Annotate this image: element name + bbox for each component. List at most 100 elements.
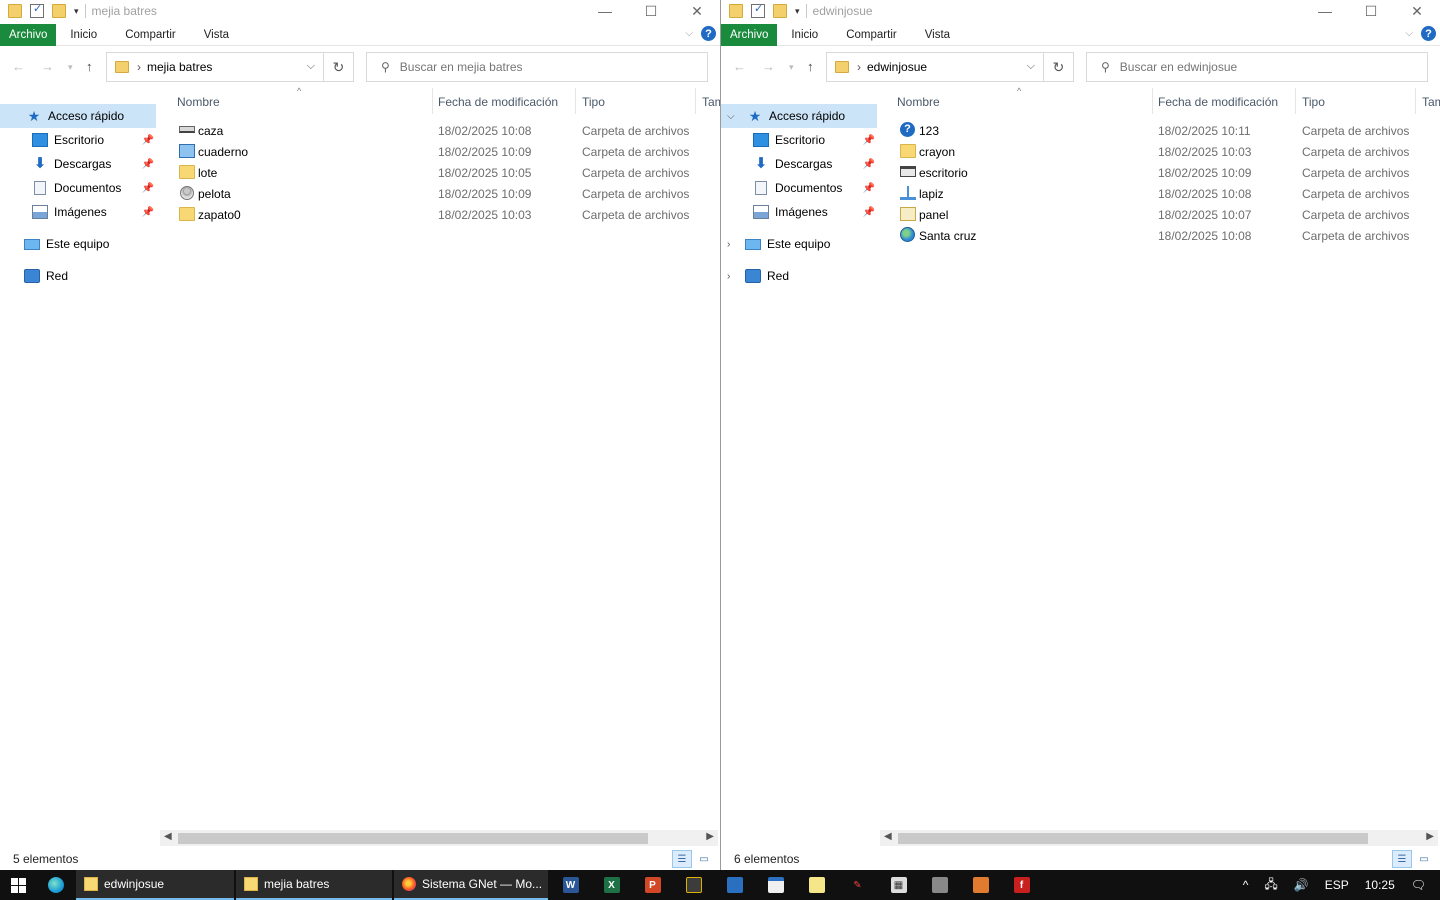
large-icons-view-icon[interactable]: ▭ — [1414, 850, 1434, 868]
list-item[interactable]: lote 18/02/2025 10:05 Carpeta de archivo… — [170, 162, 720, 183]
list-item[interactable]: zapato0 18/02/2025 10:03 Carpeta de arch… — [170, 204, 720, 225]
forward-button[interactable]: → — [762, 59, 775, 74]
search-input[interactable] — [1119, 60, 1380, 74]
column-divider[interactable] — [1295, 88, 1296, 114]
address-bar[interactable]: › edwinjosue ⌵ ↻ — [826, 52, 1074, 82]
column-type[interactable]: Tipo — [1302, 95, 1325, 109]
expand-ribbon-icon[interactable]: ⌵ — [1405, 28, 1413, 39]
tab-compartir[interactable]: Compartir — [832, 24, 910, 46]
minimize-button[interactable]: — — [582, 0, 628, 22]
chevron-up-icon[interactable]: ^ — [1243, 878, 1249, 892]
tab-archivo[interactable]: Archivo — [721, 23, 778, 46]
column-name[interactable]: Nombre — [897, 95, 940, 109]
properties-icon[interactable] — [751, 2, 765, 18]
tab-compartir[interactable]: Compartir — [111, 24, 189, 46]
excel-icon[interactable]: X — [591, 870, 632, 900]
sidebar-item-documentos[interactable]: Documentos 📌 — [721, 176, 881, 200]
notes-icon[interactable] — [796, 870, 837, 900]
properties-icon[interactable] — [30, 2, 44, 18]
search-input[interactable] — [399, 60, 660, 74]
scroll-left-icon[interactable]: ◀ — [884, 831, 892, 842]
sidebar-item-este-equipo[interactable]: Este equipo — [0, 232, 160, 256]
taskbar-task-firefox[interactable]: Sistema GNet — Mo... — [394, 870, 548, 900]
notifications-icon[interactable]: 🗨 — [1411, 878, 1426, 892]
chevron-right-icon[interactable]: › — [727, 239, 730, 250]
app-icon[interactable]: ▦ — [878, 870, 919, 900]
recent-locations-button[interactable]: ▾ — [789, 62, 794, 73]
column-divider[interactable] — [1415, 88, 1416, 114]
app-icon[interactable] — [960, 870, 1001, 900]
taskbar-task-mejia-batres[interactable]: mejia batres — [236, 870, 392, 900]
breadcrumb[interactable]: edwinjosue — [867, 60, 927, 74]
expand-ribbon-icon[interactable]: ⌵ — [685, 28, 693, 39]
help-icon[interactable]: ? — [701, 26, 716, 41]
column-size[interactable]: Tam — [1422, 95, 1440, 109]
chevron-down-icon[interactable]: ⌵ — [1027, 60, 1035, 73]
close-button[interactable]: ✕ — [674, 0, 720, 22]
sidebar-item-documentos[interactable]: Documentos 📌 — [0, 176, 160, 200]
recent-locations-button[interactable]: ▾ — [68, 62, 73, 73]
app-icon[interactable] — [755, 870, 796, 900]
list-item[interactable]: Santa cruz 18/02/2025 10:08 Carpeta de a… — [891, 225, 1440, 246]
list-item[interactable]: panel 18/02/2025 10:07 Carpeta de archiv… — [891, 204, 1440, 225]
chevron-down-icon[interactable]: ⌵ — [727, 111, 735, 122]
list-item[interactable]: pelota 18/02/2025 10:09 Carpeta de archi… — [170, 183, 720, 204]
horizontal-scrollbar[interactable]: ◀ ▶ — [160, 830, 718, 846]
app-icon[interactable] — [673, 870, 714, 900]
clock[interactable]: 10:25 — [1365, 878, 1395, 892]
list-item[interactable]: lapiz 18/02/2025 10:08 Carpeta de archiv… — [891, 183, 1440, 204]
forward-button[interactable]: → — [41, 59, 54, 74]
app-icon[interactable]: f — [1001, 870, 1042, 900]
sidebar-item-red[interactable]: Red — [0, 264, 160, 288]
column-date[interactable]: Fecha de modificación — [438, 95, 558, 109]
details-view-icon[interactable]: ☰ — [672, 850, 692, 868]
edge-browser-icon[interactable] — [36, 870, 76, 900]
tab-vista[interactable]: Vista — [190, 24, 243, 46]
column-divider[interactable] — [695, 88, 696, 114]
breadcrumb[interactable]: mejia batres — [147, 60, 212, 74]
back-button[interactable]: ← — [733, 59, 746, 74]
column-size[interactable]: Tam — [702, 95, 720, 109]
refresh-button[interactable]: ↻ — [323, 53, 353, 81]
customize-toolbar-icon[interactable]: ▾ — [74, 6, 79, 17]
sidebar-item-este-equipo[interactable]: › Este equipo — [721, 232, 881, 256]
scrollbar-thumb[interactable] — [178, 833, 648, 844]
chevron-right-icon[interactable]: › — [727, 271, 730, 282]
scroll-right-icon[interactable]: ▶ — [1426, 831, 1434, 842]
list-item[interactable]: cuaderno 18/02/2025 10:09 Carpeta de arc… — [170, 141, 720, 162]
app-icon[interactable] — [919, 870, 960, 900]
language-indicator[interactable]: ESP — [1325, 878, 1349, 892]
details-view-icon[interactable]: ☰ — [1392, 850, 1412, 868]
sidebar-item-red[interactable]: › Red — [721, 264, 881, 288]
volume-icon[interactable]: 🔊 — [1294, 878, 1309, 892]
word-icon[interactable]: W — [550, 870, 591, 900]
scroll-right-icon[interactable]: ▶ — [706, 831, 714, 842]
minimize-button[interactable]: — — [1302, 0, 1348, 22]
up-button[interactable]: ↑ — [807, 59, 814, 74]
sidebar-item-descargas[interactable]: ⬇ Descargas 📌 — [721, 152, 881, 176]
sidebar-item-imagenes[interactable]: Imágenes 📌 — [721, 200, 881, 224]
maximize-button[interactable]: ☐ — [628, 0, 674, 22]
tab-inicio[interactable]: Inicio — [777, 24, 832, 46]
large-icons-view-icon[interactable]: ▭ — [694, 850, 714, 868]
sidebar-item-quick-access[interactable]: ★ Acceso rápido — [0, 104, 156, 128]
up-button[interactable]: ↑ — [86, 59, 93, 74]
sidebar-item-quick-access[interactable]: ⌵ ★ Acceso rápido — [721, 104, 877, 128]
tab-archivo[interactable]: Archivo — [0, 23, 57, 46]
tab-vista[interactable]: Vista — [911, 24, 964, 46]
refresh-button[interactable]: ↻ — [1043, 53, 1073, 81]
column-type[interactable]: Tipo — [582, 95, 605, 109]
start-button[interactable] — [0, 870, 36, 900]
network-icon[interactable]: 🖧 — [1264, 875, 1277, 896]
sidebar-item-descargas[interactable]: ⬇ Descargas 📌 — [0, 152, 160, 176]
sidebar-item-escritorio[interactable]: Escritorio 📌 — [0, 128, 160, 152]
column-divider[interactable] — [432, 88, 433, 114]
new-folder-icon[interactable] — [52, 4, 66, 18]
customize-toolbar-icon[interactable]: ▾ — [795, 6, 800, 17]
list-item[interactable]: escritorio 18/02/2025 10:09 Carpeta de a… — [891, 162, 1440, 183]
scrollbar-thumb[interactable] — [898, 833, 1368, 844]
maximize-button[interactable]: ☐ — [1348, 0, 1394, 22]
list-item[interactable]: crayon 18/02/2025 10:03 Carpeta de archi… — [891, 141, 1440, 162]
list-item[interactable]: caza 18/02/2025 10:08 Carpeta de archivo… — [170, 120, 720, 141]
column-divider[interactable] — [1152, 88, 1153, 114]
